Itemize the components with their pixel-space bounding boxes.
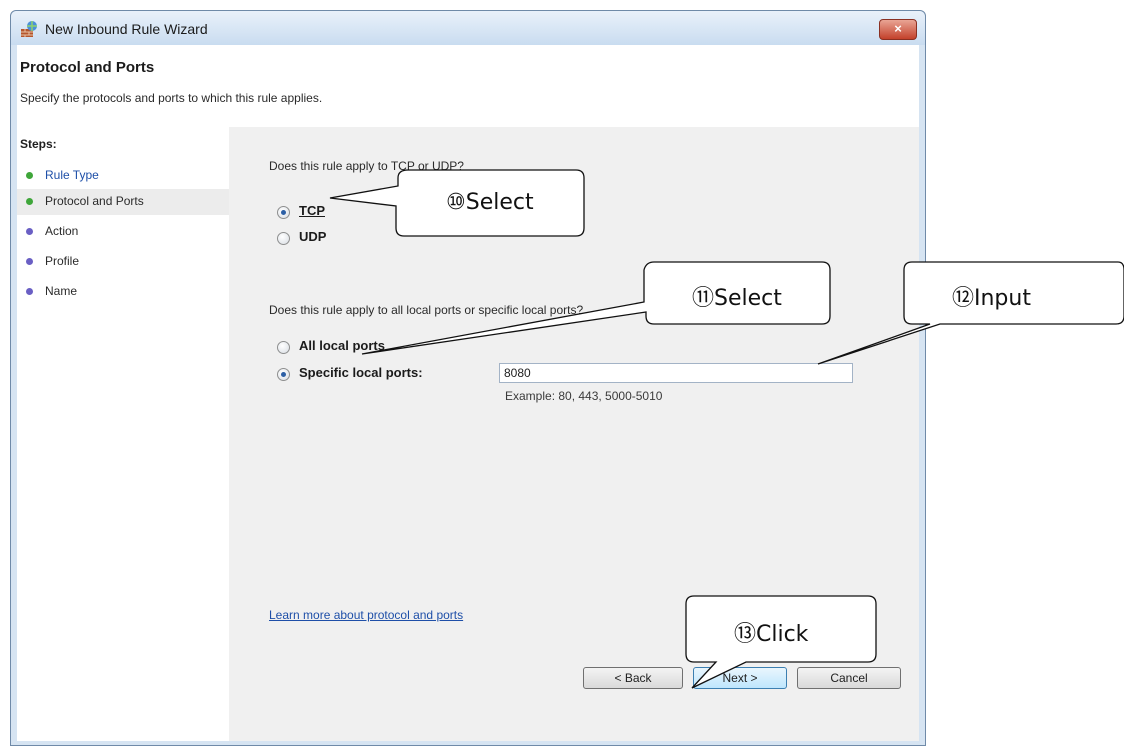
callout-10-text: ⑩Select — [446, 190, 534, 215]
callout-13-text: ⑬Click — [734, 622, 809, 647]
callout-overlay — [329, 169, 1124, 689]
callout-12-text: ⑫Input — [952, 286, 1031, 311]
callout-11-text: ⑪Select — [692, 286, 782, 311]
callout-bubble — [817, 261, 1124, 365]
